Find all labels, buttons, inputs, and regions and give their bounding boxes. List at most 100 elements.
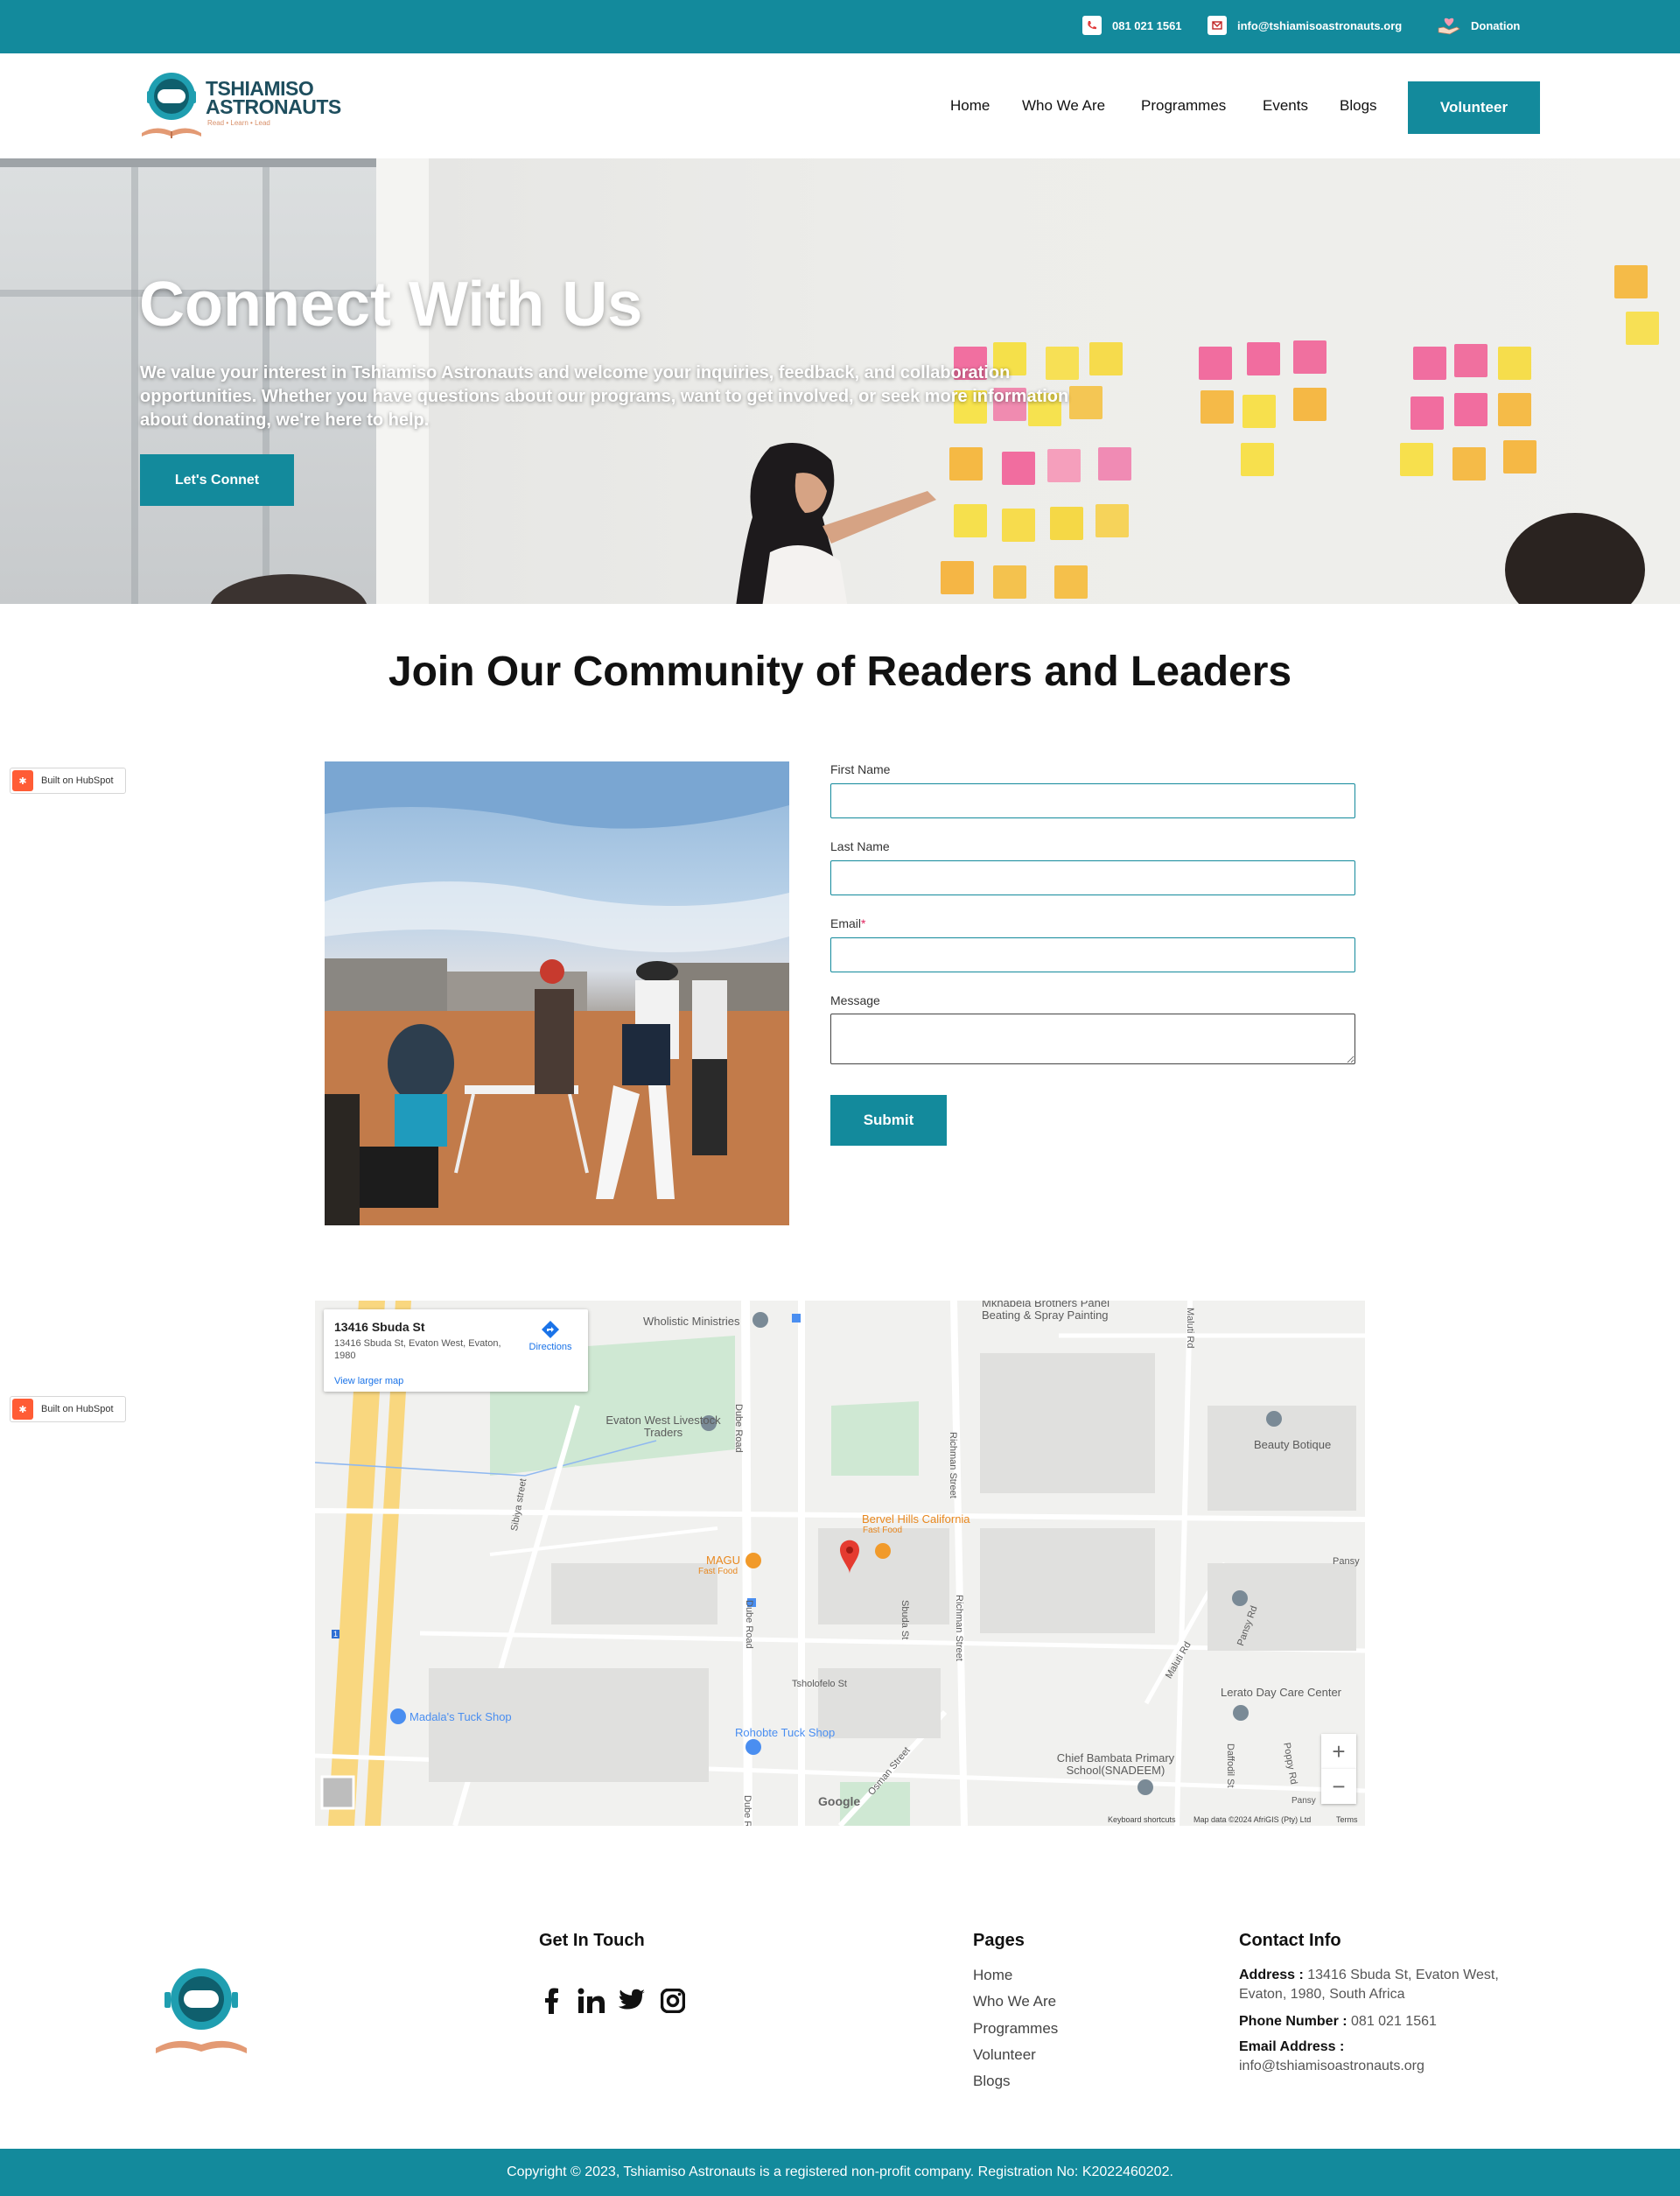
email-label: Email*: [830, 916, 865, 930]
footer-logo[interactable]: [149, 1954, 254, 2059]
twitter-icon[interactable]: [616, 1985, 648, 2017]
email-label-footer: Email Address :: [1239, 2039, 1345, 2054]
mail-icon: [1208, 16, 1227, 35]
first-name-input[interactable]: [830, 783, 1355, 818]
map-label-poi: Evaton West Livestock Traders: [606, 1414, 721, 1439]
footer-pages-heading: Pages: [973, 1931, 1025, 1950]
last-name-input[interactable]: [830, 860, 1355, 895]
map-label-poi: Chief Bambata Primary School(SNADEEM): [1056, 1751, 1175, 1777]
map-label-poi: Rohobte Tuck Shop: [735, 1726, 836, 1739]
message-label: Message: [830, 993, 880, 1007]
topbar-phone-text: 081 021 1561: [1112, 18, 1182, 32]
map-directions-link[interactable]: Directions: [524, 1320, 577, 1352]
map-label-street: Daffodil St: [1225, 1743, 1236, 1788]
email-label-text: Email: [830, 916, 862, 930]
hubspot-icon: ✱: [12, 770, 33, 791]
astronaut-logo-icon: [142, 73, 201, 138]
audience-head-left: [211, 574, 367, 604]
address-label: Address :: [1239, 1968, 1304, 1982]
astronaut-logo-icon: [156, 1968, 247, 2053]
view-larger-map-link[interactable]: View larger map: [334, 1376, 403, 1386]
footer-link-programmes[interactable]: Programmes: [973, 2020, 1058, 2038]
copyright-bar: Copyright © 2023, Tshiamiso Astronauts i…: [0, 2149, 1680, 2196]
footer-link-home[interactable]: Home: [973, 1967, 1012, 1984]
map-keyboard-shortcuts[interactable]: Keyboard shortcuts: [1108, 1815, 1176, 1824]
map-place-card: 13416 Sbuda St 13416 Sbuda St, Evaton We…: [324, 1309, 588, 1392]
section-title: Join Our Community of Readers and Leader…: [388, 649, 1292, 695]
nav-who-we-are[interactable]: Who We Are: [1022, 97, 1105, 115]
message-textarea[interactable]: [830, 1014, 1355, 1064]
google-logo: Google: [818, 1794, 861, 1808]
route-shield: 1: [332, 1630, 340, 1638]
map-label-street: Maluti Rd: [1185, 1308, 1195, 1349]
map-label-street: Richman Street: [954, 1595, 964, 1661]
footer-link-volunteer[interactable]: Volunteer: [973, 2046, 1036, 2064]
nav-programmes[interactable]: Programmes: [1141, 97, 1226, 115]
footer-phone: Phone Number : 081 021 1561: [1239, 2012, 1528, 2031]
community-photo: [325, 761, 789, 1225]
email-value[interactable]: info@tshiamisoastronauts.org: [1239, 2059, 1424, 2073]
nav-blogs[interactable]: Blogs: [1340, 97, 1377, 115]
map-label-poi: Mkhabela Brothers Panel Beating & Spray …: [982, 1301, 1110, 1322]
hubspot-badge[interactable]: ✱ Built on HubSpot: [10, 1396, 126, 1422]
map-label-poi: Beauty Botique: [1254, 1438, 1332, 1451]
last-name-label: Last Name: [830, 839, 890, 853]
map-label-street: Pansy: [1333, 1556, 1360, 1567]
top-bar: 081 021 1561 info@tshiamisoastronauts.or…: [0, 0, 1680, 53]
google-map[interactable]: 13416 Sbuda St 13416 Sbuda St, Evaton We…: [315, 1301, 1365, 1826]
logo-wordmark-2: ASTRONAUTS: [206, 95, 341, 118]
required-asterisk: *: [861, 916, 866, 930]
map-place-address: 13416 Sbuda St, Evaton West, Evaton, 198…: [334, 1338, 501, 1361]
hubspot-badge-label: Built on HubSpot: [41, 1404, 114, 1414]
map-label-street: Dube Road: [733, 1404, 744, 1453]
instagram-icon[interactable]: [657, 1985, 689, 2017]
map-label-poi: MAGU: [706, 1554, 740, 1567]
footer-link-blogs[interactable]: Blogs: [973, 2073, 1011, 2090]
directions-label: Directions: [528, 1342, 572, 1352]
footer-contact-heading: Contact Info: [1239, 1931, 1341, 1950]
topbar-donation-text: Donation: [1471, 18, 1521, 32]
map-label-poi-type: Fast Food: [698, 1567, 738, 1576]
map-label-poi: Madala's Tuck Shop: [410, 1710, 512, 1723]
hero-banner: Connect With Us We value your interest i…: [0, 158, 1680, 604]
facebook-icon[interactable]: [536, 1985, 568, 2017]
linkedin-icon[interactable]: [576, 1985, 607, 2017]
footer-get-in-touch-heading: Get In Touch: [539, 1931, 645, 1950]
lets-connect-button[interactable]: Let's Connet: [140, 454, 294, 506]
volunteer-button[interactable]: Volunteer: [1408, 81, 1540, 134]
heart-hand-icon: [1438, 16, 1460, 35]
site-logo[interactable]: TSHIAMISO ASTRONAUTS Read • Learn • Lead: [138, 68, 348, 142]
nav-home[interactable]: Home: [950, 97, 990, 115]
map-label-street: Richman Street: [948, 1432, 958, 1498]
logo-tagline: Read • Learn • Lead: [207, 119, 270, 127]
footer-email: Email Address : info@tshiamisoastronauts…: [1239, 2038, 1528, 2076]
footer-link-who-we-are[interactable]: Who We Are: [973, 1993, 1056, 2010]
phone-value[interactable]: 081 021 1561: [1351, 2014, 1437, 2029]
phone-label: Phone Number :: [1239, 2014, 1348, 2029]
audience-head: [1505, 513, 1645, 604]
map-label-poi: Lerato Day Care Center: [1221, 1686, 1342, 1699]
topbar-email[interactable]: info@tshiamisoastronauts.org: [1208, 16, 1402, 35]
copyright-text: Copyright © 2023, Tshiamiso Astronauts i…: [507, 2164, 1173, 2179]
map-label-street: Pansy: [1292, 1796, 1316, 1806]
directions-icon: [542, 1321, 559, 1338]
map-label-street: Tsholofelo St: [792, 1679, 847, 1689]
map-data-credit: Map data ©2024 AfriGIS (Pty) Ltd: [1194, 1815, 1312, 1824]
phone-icon: [1082, 16, 1102, 35]
map-zoom-out-button[interactable]: −: [1321, 1769, 1356, 1804]
hero-title: Connect With Us: [139, 270, 643, 340]
topbar-donation[interactable]: Donation: [1438, 16, 1520, 35]
email-input[interactable]: [830, 937, 1355, 972]
map-zoom-in-button[interactable]: +: [1321, 1734, 1356, 1769]
hubspot-badge[interactable]: ✱ Built on HubSpot: [10, 768, 126, 794]
topbar-phone[interactable]: 081 021 1561: [1082, 16, 1182, 35]
nav-events[interactable]: Events: [1263, 97, 1308, 115]
map-terms-link[interactable]: Terms: [1336, 1815, 1358, 1824]
hubspot-badge-label: Built on HubSpot: [41, 775, 114, 786]
submit-button[interactable]: Submit: [830, 1095, 947, 1146]
site-header: TSHIAMISO ASTRONAUTS Read • Learn • Lead…: [0, 53, 1680, 158]
map-place-title: 13416 Sbuda St: [334, 1320, 425, 1334]
map-label-poi: Wholistic Ministries: [643, 1315, 740, 1328]
map-label-street: Dube Road: [744, 1600, 754, 1649]
map-label-poi: Bervel Hills California: [862, 1512, 970, 1526]
